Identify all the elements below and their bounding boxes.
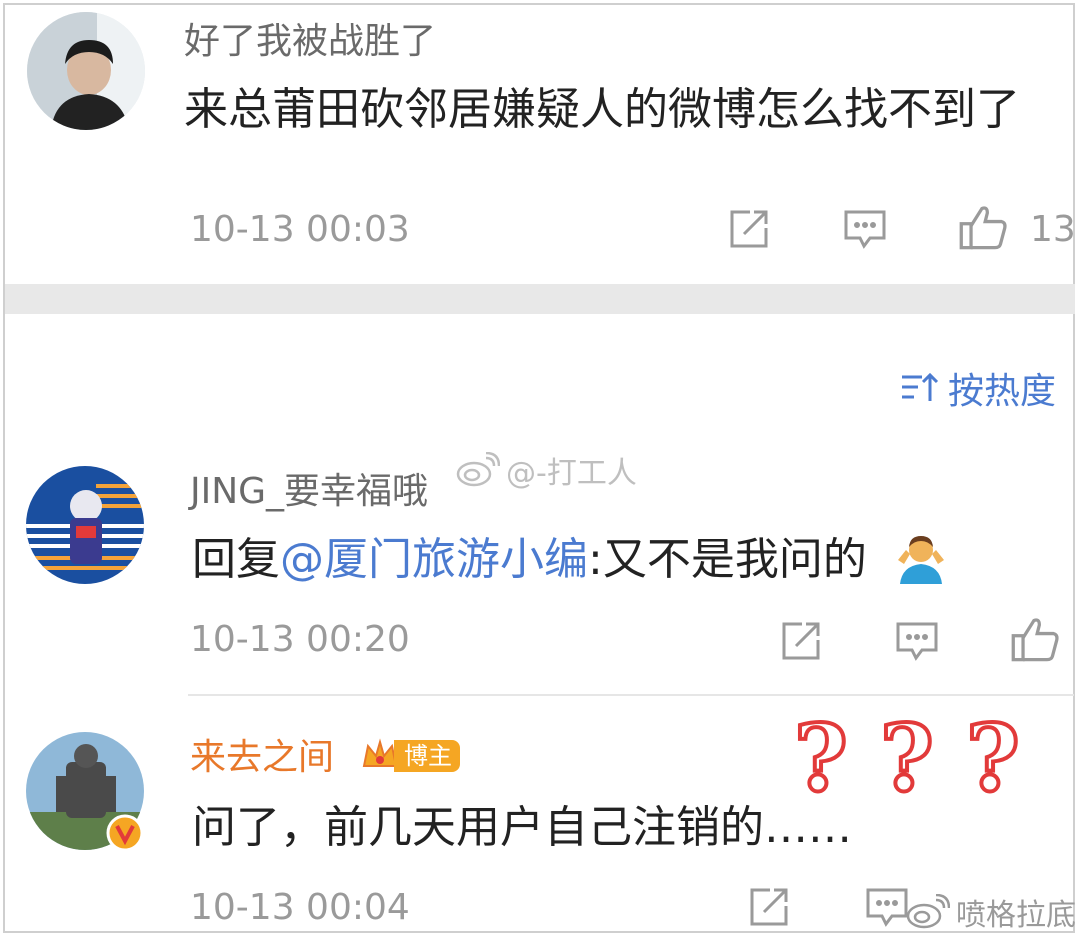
avatar[interactable] xyxy=(26,466,144,584)
sort-by-heat-toggle[interactable]: 按热度 xyxy=(900,362,1056,414)
comment-divider xyxy=(188,694,1074,696)
timestamp: 10-13 00:03 xyxy=(190,209,410,250)
mention-link[interactable]: @厦门旅游小编 xyxy=(280,534,588,585)
repost-icon[interactable] xyxy=(778,618,824,664)
sort-icon xyxy=(902,372,939,401)
reply-prefix: 回复 xyxy=(192,534,280,585)
avatar[interactable] xyxy=(27,12,145,130)
comment-icon[interactable] xyxy=(864,884,910,930)
comment-text: 回复@厦门旅游小编:又不是我问的 xyxy=(192,538,867,582)
blogger-badge: 博主 xyxy=(360,736,460,776)
like-count: 13 xyxy=(1030,209,1076,250)
weibo-logo-icon xyxy=(906,894,950,929)
comment-text: 问了，前几天用户自己注销的…… xyxy=(192,802,852,853)
timestamp: 10-13 00:04 xyxy=(190,887,410,928)
question-mark-annotation: ? xyxy=(964,704,1022,812)
shrug-emoji-icon xyxy=(896,530,946,584)
comment-icon[interactable] xyxy=(894,618,940,664)
repost-icon[interactable] xyxy=(746,884,792,930)
verified-icon xyxy=(106,814,144,852)
like-icon[interactable] xyxy=(958,202,1008,252)
section-separator xyxy=(5,284,1075,314)
question-mark-annotation: ? xyxy=(878,704,936,812)
weibo-logo-icon xyxy=(456,452,500,487)
repost-icon[interactable] xyxy=(726,206,772,252)
watermark: @-打工人 xyxy=(456,448,637,492)
username[interactable]: JING_要幸福哦 xyxy=(190,474,428,510)
sort-label: 按热度 xyxy=(948,371,1057,412)
username[interactable]: 来去之间 xyxy=(190,740,334,776)
comment-text: 来总莆田砍邻居嫌疑人的微博怎么找不到了 xyxy=(184,84,1020,135)
comment-icon[interactable] xyxy=(842,206,888,252)
screenshot-page: 好了我被战胜了 来总莆田砍邻居嫌疑人的微博怎么找不到了 10-13 00:03 … xyxy=(0,0,1080,938)
timestamp: 10-13 00:20 xyxy=(190,619,410,660)
reply-body: :又不是我问的 xyxy=(588,534,867,585)
badge-label: 博主 xyxy=(394,740,460,772)
like-icon[interactable] xyxy=(1010,614,1060,664)
watermark: 喷格拉底 xyxy=(906,890,1076,934)
question-mark-annotation: ? xyxy=(792,704,850,812)
username[interactable]: 好了我被战胜了 xyxy=(184,24,436,60)
